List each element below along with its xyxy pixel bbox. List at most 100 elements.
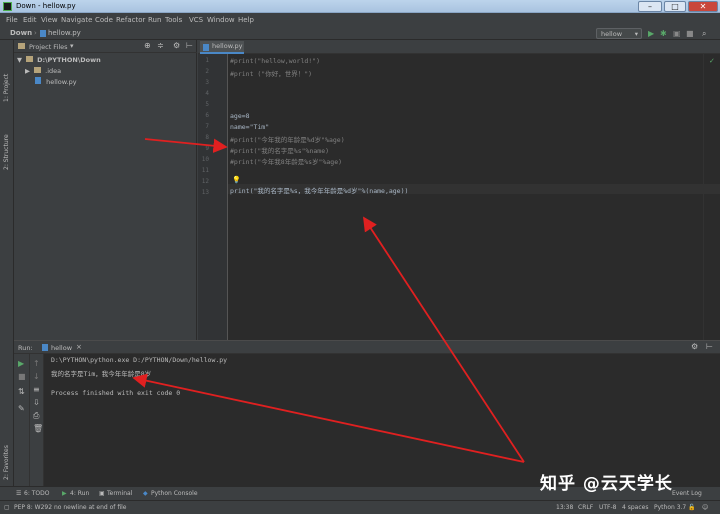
run-tab-label[interactable]: hellow	[51, 344, 72, 352]
run-config-selector[interactable]: hellow ▾	[596, 28, 642, 39]
folder-icon	[26, 56, 34, 62]
close-button[interactable]: ✕	[688, 1, 718, 12]
run-toolbar-secondary: ↑ ↓ ≡ ⇩ ⎙ 🗑	[30, 354, 44, 487]
print-icon[interactable]: ⎙	[33, 411, 39, 421]
menu-window[interactable]: Window	[207, 16, 235, 24]
collapse-all-icon[interactable]: ≑	[157, 41, 164, 50]
code-line[interactable]: print("我的名字是%s，我今年年龄是%d岁"%(name,age))	[230, 185, 408, 195]
tab-python-console[interactable]: Python Console	[151, 490, 198, 497]
breadcrumb-project[interactable]: Down	[10, 29, 32, 37]
trash-icon[interactable]: 🗑	[33, 424, 43, 433]
tab-todo[interactable]: 6: TODO	[24, 490, 49, 497]
line-number: 8	[205, 134, 209, 141]
code-line[interactable]: #print ("你好，世界！")	[230, 68, 312, 78]
gear-icon[interactable]: ⚙	[691, 342, 698, 351]
chevron-down-icon: ▾	[70, 42, 74, 50]
menu-tools[interactable]: Tools	[165, 16, 182, 24]
pin-icon[interactable]: ✎	[18, 404, 25, 413]
down-arrow-icon[interactable]: ↓	[33, 372, 40, 381]
tree-root[interactable]: ▼ D:\PYTHON\Down	[17, 56, 101, 64]
tree-root-label: D:\PYTHON\Down	[37, 56, 101, 64]
target-icon[interactable]: ⊕	[144, 41, 151, 50]
code-line[interactable]: #print("今年我8年龄是%s岁"%age)	[230, 156, 342, 166]
pycharm-logo-icon	[3, 2, 12, 11]
line-number: 7	[205, 123, 209, 130]
code-line[interactable]: #print("hellow,world!")	[230, 57, 320, 65]
python-console-icon: ◆	[143, 490, 148, 497]
python-interpreter[interactable]: Python 3.7	[654, 504, 686, 511]
close-icon[interactable]: ×	[76, 343, 82, 351]
line-number: 9	[205, 145, 209, 152]
python-file-icon	[42, 344, 48, 351]
editor-scrollbar[interactable]: ✓	[703, 54, 720, 340]
project-panel-header: Project Files ▾ ⊕ ≑ ⚙ ⊢	[14, 40, 197, 53]
up-arrow-icon[interactable]: ↑	[33, 359, 40, 368]
minimize-button[interactable]: –	[638, 1, 662, 12]
line-number: 3	[205, 79, 209, 86]
menu-file[interactable]: File	[6, 16, 18, 24]
line-separator[interactable]: CRLF	[578, 504, 593, 511]
tab-event-log[interactable]: Event Log	[672, 490, 702, 497]
project-view-selector[interactable]: Project Files	[29, 43, 68, 51]
menu-view[interactable]: View	[41, 16, 58, 24]
search-everywhere-icon[interactable]: ⌕	[702, 29, 706, 38]
hide-icon[interactable]: ⊢	[186, 41, 193, 50]
menu-bar: File Edit View Navigate Code Refactor Ru…	[0, 13, 720, 27]
restore-layout-icon[interactable]: ⇅	[18, 387, 25, 396]
file-encoding[interactable]: UTF-8	[599, 504, 617, 511]
scroll-to-end-icon[interactable]: ⇩	[33, 398, 40, 407]
run-panel: Run: hellow × ⚙ ⊢ ▶ ■ ⇅ ✎ ↑ ↓ ≡ ⇩ ⎙ 🗑 D:…	[14, 340, 720, 487]
coverage-icon[interactable]: ▣	[673, 29, 681, 38]
tree-item-hellow[interactable]: hellow.py	[35, 77, 77, 86]
favorites-tool-tab[interactable]: 2: Favorites	[3, 445, 10, 480]
line-number: 2	[205, 68, 209, 75]
code-line[interactable]: #print("今年我的年龄是%d岁"%age)	[230, 134, 345, 144]
run-config-label: hellow	[601, 30, 623, 38]
caret-position[interactable]: 13:38	[556, 504, 573, 511]
tab-hellow[interactable]: hellow.py	[200, 41, 244, 54]
rerun-icon[interactable]: ▶	[18, 359, 24, 368]
structure-tool-tab[interactable]: 2: Structure	[3, 134, 10, 170]
project-tool-tab[interactable]: 1: Project	[3, 74, 10, 102]
indent-setting[interactable]: 4 spaces	[622, 504, 648, 511]
stop-icon[interactable]: ■	[18, 372, 26, 381]
menu-code[interactable]: Code	[95, 16, 113, 24]
left-tool-strip: 1: Project 2: Structure 2: Favorites	[0, 40, 14, 486]
zhihu-watermark: 知乎 @云天学长	[540, 474, 673, 494]
project-panel: Project Files ▾ ⊕ ≑ ⚙ ⊢ ▼ D:\PYTHON\Down…	[14, 40, 197, 340]
breadcrumb-file[interactable]: hellow.py	[48, 29, 81, 37]
run-panel-header: Run: hellow × ⚙ ⊢	[14, 341, 720, 354]
window-title: Down - hellow.py	[16, 2, 76, 10]
hide-icon[interactable]: ⊢	[706, 342, 713, 351]
menu-help[interactable]: Help	[238, 16, 254, 24]
menu-vcs[interactable]: VCS	[189, 16, 203, 24]
tree-item-idea[interactable]: ▶ .idea	[25, 67, 61, 75]
run-icon[interactable]: ▶	[648, 29, 654, 38]
menu-run[interactable]: Run	[148, 16, 161, 24]
gear-icon[interactable]: ⚙	[173, 41, 180, 50]
debug-icon[interactable]: ✱	[660, 29, 667, 38]
line-number: 13	[201, 189, 209, 196]
menu-navigate[interactable]: Navigate	[61, 16, 92, 24]
breadcrumb-separator-icon: ›	[34, 29, 37, 37]
menu-refactor[interactable]: Refactor	[116, 16, 145, 24]
status-message: PEP 8: W292 no newline at end of file	[14, 504, 127, 511]
soft-wrap-icon[interactable]: ≡	[33, 385, 40, 394]
stop-icon[interactable]: ■	[686, 29, 694, 38]
menu-edit[interactable]: Edit	[23, 16, 37, 24]
terminal-icon: ▣	[99, 490, 105, 497]
run-toolbar-primary: ▶ ■ ⇅ ✎	[14, 354, 30, 487]
tab-label: hellow.py	[212, 42, 243, 50]
check-icon: ✓	[709, 57, 715, 65]
line-number: 6	[205, 112, 209, 119]
lightbulb-icon[interactable]: 💡	[232, 176, 241, 184]
code-line[interactable]: #print("我的名字是%s"%name)	[230, 145, 329, 155]
title-bar: Down - hellow.py – □ ✕	[0, 0, 720, 13]
tab-run[interactable]: 4: Run	[70, 490, 89, 497]
console-line: Process finished with exit code 0	[51, 389, 181, 397]
code-line[interactable]: age=8	[230, 112, 250, 120]
notifications-icon[interactable]: ☺	[702, 504, 708, 511]
code-line[interactable]: name="Tim"	[230, 123, 269, 131]
maximize-button[interactable]: □	[664, 1, 686, 12]
tab-terminal[interactable]: Terminal	[107, 490, 132, 497]
